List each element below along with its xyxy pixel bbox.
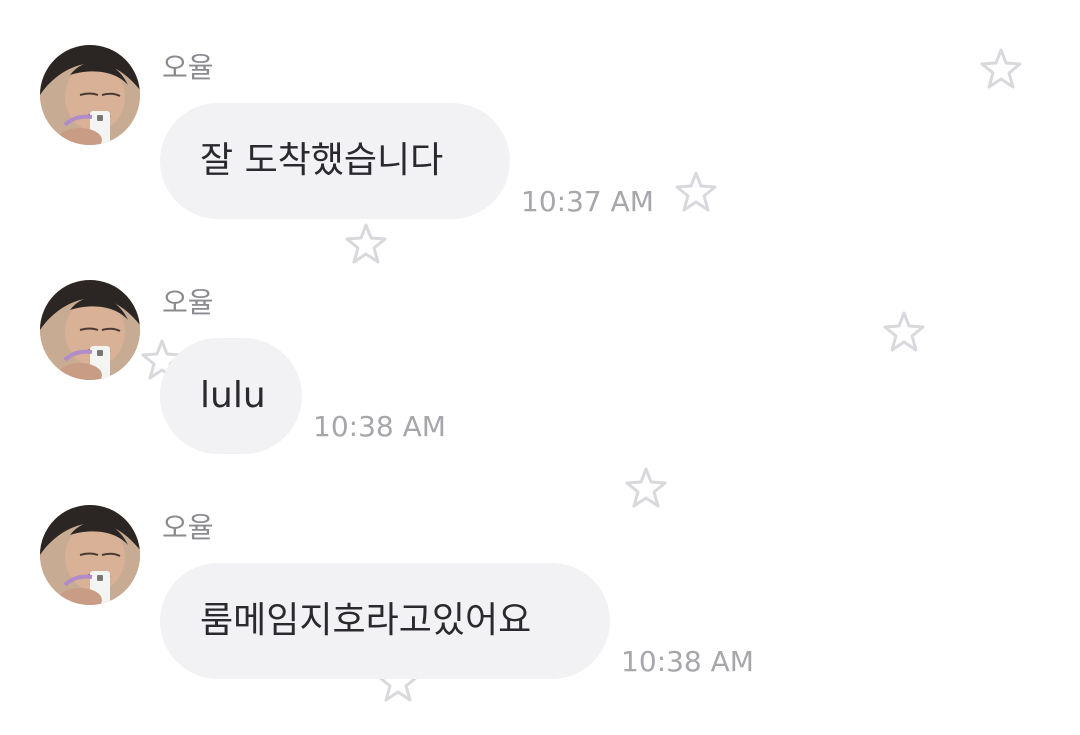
message-timestamp: 10:37 AM [521, 185, 654, 218]
star-icon [674, 170, 718, 214]
star-icon [624, 466, 668, 510]
sender-name: 오율 [162, 286, 214, 319]
star-icon [882, 310, 926, 354]
sender-name: 오율 [162, 511, 214, 544]
avatar[interactable] [40, 505, 140, 605]
avatar[interactable] [40, 280, 140, 380]
message-bubble[interactable]: 룸메임지호라고있어요 [160, 563, 610, 679]
message-text: 잘 도착했습니다 [200, 140, 444, 181]
message-text: lulu [200, 375, 266, 416]
message-timestamp: 10:38 AM [621, 645, 754, 678]
message-bubble[interactable]: lulu [160, 338, 302, 454]
avatar[interactable] [40, 45, 140, 145]
message-bubble[interactable]: 잘 도착했습니다 [160, 103, 510, 219]
message-timestamp: 10:38 AM [313, 410, 446, 443]
message-text: 룸메임지호라고있어요 [200, 600, 532, 641]
star-icon [979, 47, 1023, 91]
star-icon [344, 222, 388, 266]
sender-name: 오율 [162, 51, 214, 84]
